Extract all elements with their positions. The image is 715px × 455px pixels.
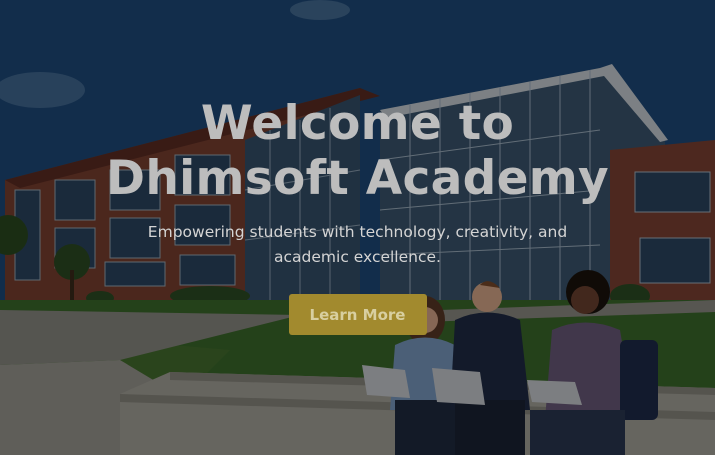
hero-section: Welcome to Dhimsoft Academy Empowering s… bbox=[0, 0, 715, 455]
hero-subtitle: Empowering students with technology, cre… bbox=[147, 223, 568, 266]
hero-content: Welcome to Dhimsoft Academy Empowering s… bbox=[0, 96, 715, 335]
learn-more-button[interactable]: Learn More bbox=[288, 294, 427, 335]
hero-title: Welcome to Dhimsoft Academy bbox=[106, 96, 609, 206]
